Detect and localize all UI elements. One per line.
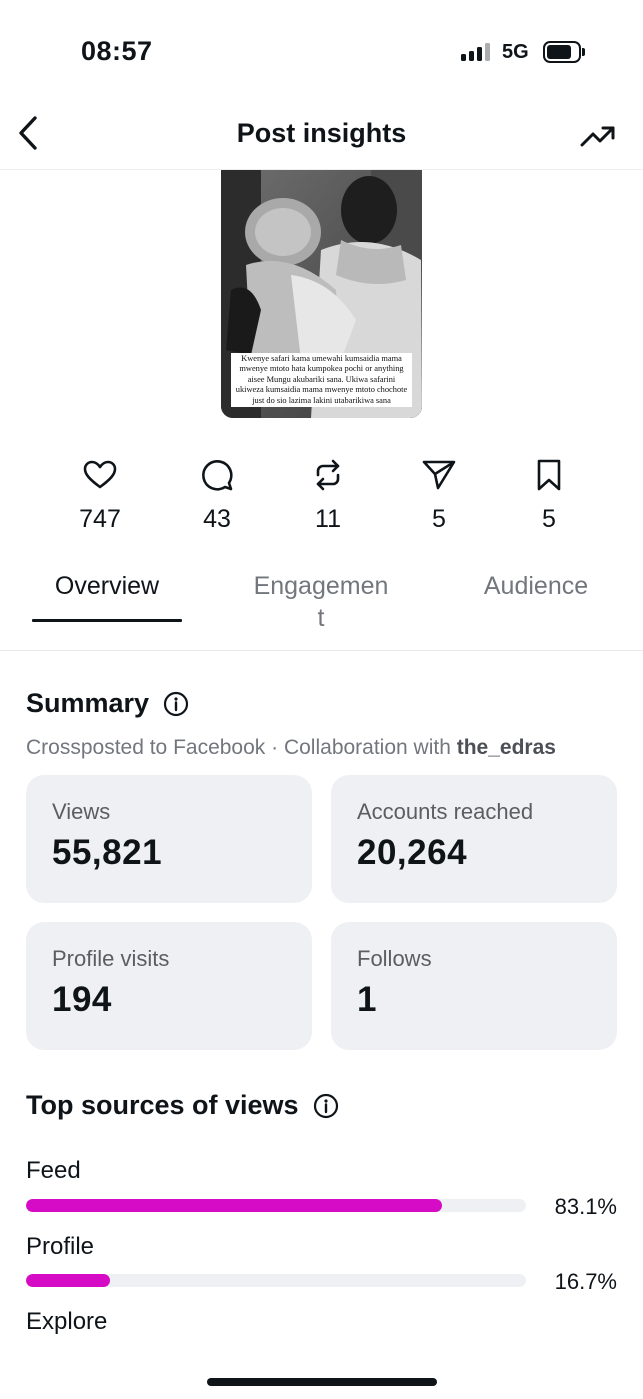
active-tab-indicator: [32, 619, 182, 622]
crosspost-info: Crossposted to Facebook · Collaboration …: [26, 736, 556, 760]
post-caption: Kwenye safari kama umewahi kumsaidia mam…: [231, 353, 412, 408]
home-indicator: [207, 1378, 437, 1386]
summary-heading: Summary: [26, 688, 189, 719]
sources-heading: Top sources of views: [26, 1090, 339, 1121]
saves-count: 5: [542, 505, 556, 533]
page-title: Post insights: [236, 118, 407, 148]
source-profile-fill: [26, 1274, 110, 1287]
info-icon[interactable]: [163, 691, 189, 717]
views-label: Views: [52, 799, 111, 824]
reposts-stat[interactable]: 11: [283, 455, 373, 534]
shares-stat[interactable]: 5: [394, 455, 484, 534]
follows-card[interactable]: Follows 1: [331, 922, 617, 1050]
post-actions: 747 43 11 5 5: [0, 455, 643, 535]
bookmark-icon: [537, 459, 561, 491]
profile-visits-label: Profile visits: [52, 946, 170, 971]
source-feed-bar: [26, 1199, 526, 1212]
reposts-count: 11: [315, 505, 341, 533]
summary-title: Summary: [26, 688, 150, 718]
profile-visits-card[interactable]: Profile visits 194: [26, 922, 312, 1050]
comments-count: 43: [203, 505, 231, 533]
heart-icon: [83, 460, 117, 489]
battery-icon: [543, 41, 581, 63]
comments-stat[interactable]: 43: [172, 455, 262, 534]
status-bar: 08:57 5G: [0, 0, 643, 100]
likes-count: 747: [79, 505, 121, 533]
saves-stat[interactable]: 5: [504, 455, 594, 534]
source-feed-percent: 83.1%: [554, 1194, 617, 1219]
header: Post insights: [0, 100, 643, 170]
share-icon: [422, 460, 456, 490]
source-feed-label: Feed: [26, 1157, 81, 1184]
comment-icon: [202, 460, 233, 491]
crosspost-text: Crossposted to Facebook · Collaboration …: [26, 736, 457, 759]
follows-label: Follows: [357, 946, 432, 971]
source-explore-label: Explore: [26, 1308, 108, 1335]
source-profile-label: Profile: [26, 1233, 95, 1260]
tab-overview[interactable]: Overview: [32, 572, 182, 601]
signal-icon: [461, 43, 491, 61]
shares-count: 5: [432, 505, 446, 533]
source-feed-fill: [26, 1199, 442, 1212]
repost-icon: [316, 459, 340, 491]
accounts-reached-card[interactable]: Accounts reached 20,264: [331, 775, 617, 903]
views-value: 55,821: [52, 833, 163, 872]
source-profile-percent: 16.7%: [554, 1269, 617, 1294]
likes-stat[interactable]: 747: [55, 455, 145, 534]
tab-engagement[interactable]: Engagemen t: [236, 570, 406, 634]
network-type: 5G: [502, 41, 529, 63]
source-profile-bar: [26, 1274, 526, 1287]
profile-visits-value: 194: [52, 980, 112, 1019]
post-thumbnail[interactable]: Kwenye safari kama umewahi kumsaidia mam…: [221, 170, 422, 418]
trends-button[interactable]: [576, 116, 620, 156]
info-icon[interactable]: [313, 1093, 339, 1119]
accounts-reached-value: 20,264: [357, 833, 468, 872]
tab-audience[interactable]: Audience: [466, 572, 606, 601]
collaborator-link[interactable]: the_edras: [457, 736, 556, 759]
trending-up-icon: [580, 126, 615, 147]
accounts-reached-label: Accounts reached: [357, 799, 534, 824]
sources-title: Top sources of views: [26, 1090, 299, 1120]
insights-tabs: Overview Engagemen t Audience: [0, 560, 643, 651]
follows-value: 1: [357, 980, 377, 1019]
views-card[interactable]: Views 55,821: [26, 775, 312, 903]
status-time: 08:57: [81, 36, 153, 66]
